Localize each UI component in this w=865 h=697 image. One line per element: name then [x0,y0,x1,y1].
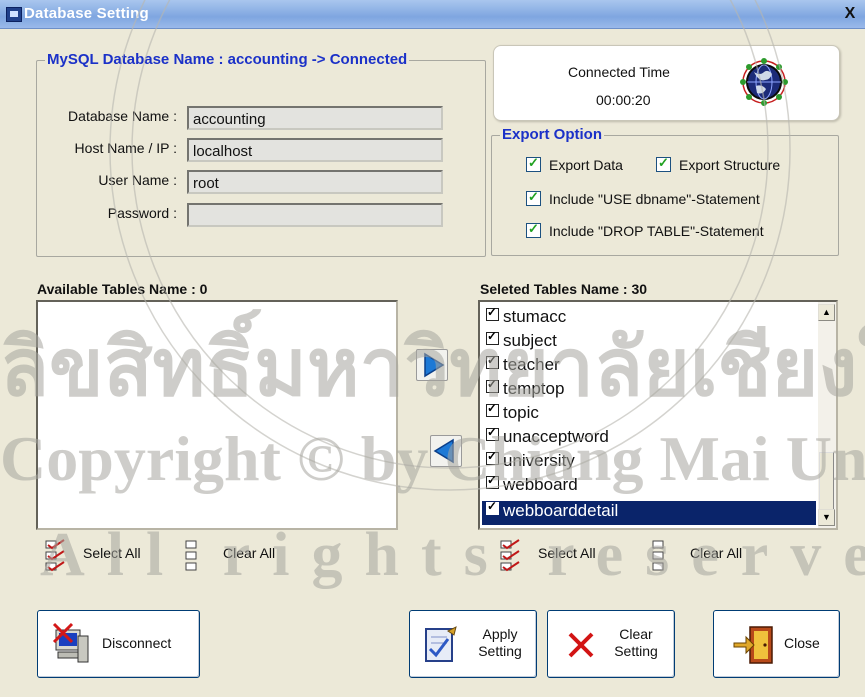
clear-line-1: Clear [619,626,653,642]
clear-setting-label: Clear Setting [608,626,664,660]
apply-setting-button[interactable]: Apply Setting [409,610,537,678]
select-all-icon [45,539,65,572]
globe-network-icon [740,58,788,106]
title-bar: Database Setting X [0,0,865,29]
checkmark-icon [486,305,499,321]
checkmark-icon [486,499,499,515]
apply-setting-label: Apply Setting [472,626,528,660]
door-exit-icon [733,626,773,664]
close-label: Close [784,635,820,651]
selected-tables-title: Seleted Tables Name : 30 [480,281,648,297]
clear-line-2: Setting [614,643,658,659]
select-all-label: Select All [83,545,141,561]
checkmark-icon [486,473,499,489]
scroll-up-button[interactable]: ▲ [818,304,835,321]
available-tables-list[interactable] [36,300,398,530]
close-window-button[interactable]: X [841,5,859,23]
connected-time-panel: Connected Time 00:00:20 [493,45,840,121]
apply-line-1: Apply [482,626,518,642]
checkmark-icon [526,221,541,238]
connected-time-caption: Connected Time [568,64,670,80]
list-item[interactable]: subject [486,329,557,355]
apply-line-2: Setting [478,643,522,659]
list-item[interactable]: topic [486,401,539,427]
list-scrollbar[interactable]: ▲ ▼ [818,302,836,528]
clear-setting-button[interactable]: Clear Setting [547,610,675,678]
include-drop-checkbox[interactable]: Include "DROP TABLE"-Statement [526,221,764,239]
database-name-label: Database Name : [68,108,177,124]
apply-checklist-icon [425,626,457,662]
left-select-all-button[interactable]: Select All [45,539,165,572]
export-structure-checkbox[interactable]: Export Structure [656,155,781,173]
database-group-legend: MySQL Database Name : accounting -> Conn… [45,51,410,68]
window-title: Database Setting [24,5,149,22]
user-name-field[interactable]: root [187,170,443,194]
checkmark-icon [486,353,499,369]
clear-all-icon [185,540,197,571]
checkmark-icon [486,377,499,393]
disconnect-label: Disconnect [102,635,172,651]
password-label: Password : [107,205,177,221]
close-button[interactable]: Close [713,610,840,678]
app-icon [6,7,22,22]
export-data-label: Export Data [549,157,623,173]
select-all-icon [500,539,520,572]
list-item[interactable]: webboard [486,473,578,499]
scrollbar-thumb[interactable] [819,452,834,510]
checkmark-icon [486,401,499,417]
export-option-legend: Export Option [500,126,604,143]
list-item[interactable]: stumacc [486,305,566,331]
database-name-field[interactable]: accounting [187,106,443,130]
selected-list-item[interactable]: webboarddetail [482,499,816,525]
arrow-left-icon [433,438,454,464]
left-clear-all-button[interactable]: Clear All [185,540,295,571]
arrow-right-icon [424,352,445,378]
checkmark-icon [486,449,499,465]
checkmark-icon [526,189,541,206]
disconnect-button[interactable]: Disconnect [37,610,200,678]
scroll-down-button[interactable]: ▼ [818,509,835,526]
selected-tables-list[interactable]: stumacc subject teacher temptop topic un… [478,300,838,530]
checkmark-icon [486,329,499,345]
connected-time-value: 00:00:20 [596,92,651,108]
export-data-checkbox[interactable]: Export Data [526,155,623,173]
include-use-checkbox[interactable]: Include "USE dbname"-Statement [526,189,760,207]
checkmark-icon [656,155,671,172]
list-item[interactable]: unacceptword [486,425,609,451]
list-item[interactable]: university [486,449,575,475]
checkmark-icon [486,425,499,441]
clear-all-icon [652,540,664,571]
disconnect-computer-icon [52,622,89,663]
list-item[interactable]: teacher [486,353,560,379]
checkmark-icon [526,155,541,172]
password-field[interactable] [187,203,443,227]
right-clear-all-button[interactable]: Clear All [652,540,762,571]
clear-all-label: Clear All [690,545,743,561]
list-item[interactable]: temptop [486,377,564,403]
move-right-button[interactable] [416,349,448,381]
right-select-all-button[interactable]: Select All [500,539,620,572]
move-left-button[interactable] [430,435,462,467]
host-label: Host Name / IP : [74,140,177,156]
user-name-label: User Name : [98,172,177,188]
include-drop-label: Include "DROP TABLE"-Statement [549,223,764,239]
clear-x-icon [568,632,594,658]
include-use-label: Include "USE dbname"-Statement [549,191,760,207]
available-tables-title: Available Tables Name : 0 [37,281,208,297]
host-field[interactable]: localhost [187,138,443,162]
clear-all-label: Clear All [223,545,276,561]
export-structure-label: Export Structure [679,157,781,173]
select-all-label: Select All [538,545,596,561]
